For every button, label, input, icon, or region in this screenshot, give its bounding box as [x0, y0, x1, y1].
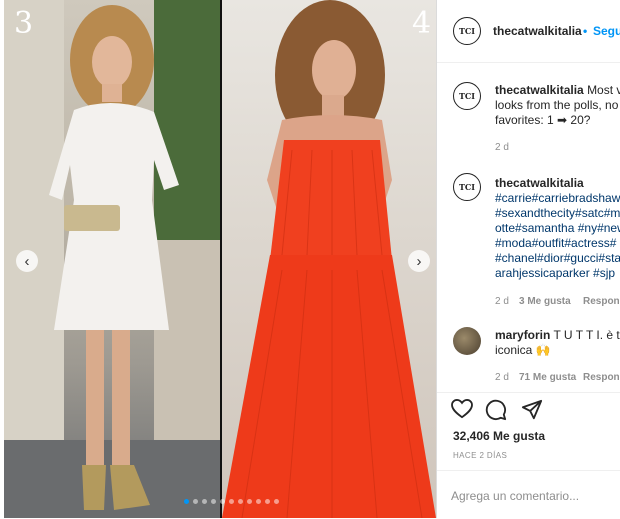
reply-button[interactable]: Responder: [583, 296, 620, 307]
heart-icon[interactable]: [451, 399, 473, 419]
comment-avatar[interactable]: [453, 327, 481, 355]
comment-likes[interactable]: 71 Me gusta: [519, 372, 576, 383]
comment-text-line: favorites: 1 ➡ 20?: [495, 113, 591, 127]
hashtag-line[interactable]: #chanel#dior#gucci#sta: [495, 251, 620, 265]
share-icon[interactable]: [521, 399, 543, 421]
comment-text-line: looks from the polls, no: [495, 98, 619, 112]
carousel-dots: [184, 499, 279, 504]
comment-text-line: iconica 🙌: [495, 343, 551, 357]
comment-time: 2 d: [495, 296, 509, 307]
carousel-dot: [274, 499, 279, 504]
comment-avatar[interactable]: TCI: [453, 173, 481, 201]
author-avatar[interactable]: TCI: [453, 17, 481, 45]
comment-likes[interactable]: 3 Me gusta: [519, 296, 571, 307]
comment-time: 2 d: [495, 372, 509, 383]
post-header: TCI thecatwalkitalia • Segui: [437, 0, 620, 63]
chevron-right-icon: ›: [416, 252, 422, 270]
carousel-dot: [220, 499, 225, 504]
hashtag-line[interactable]: #sexandthecity#satc#m: [495, 206, 620, 220]
add-comment-box[interactable]: Agrega un comentario...: [437, 470, 620, 519]
post-side-panel: TCI thecatwalkitalia • Segui TCI thecatw…: [436, 0, 620, 518]
comment-username[interactable]: thecatwalkitalia: [495, 176, 584, 190]
post-actions-divider: [437, 392, 620, 393]
comment-body: maryforin T U T T I. è ta iconica 🙌: [495, 328, 620, 358]
comment-avatar[interactable]: TCI: [453, 82, 481, 110]
comment-text-line: T U T T I. è ta: [553, 328, 620, 342]
author-username[interactable]: thecatwalkitalia: [493, 24, 582, 38]
post-likes-count[interactable]: 32,406 Me gusta: [453, 429, 545, 443]
carousel-next-button[interactable]: ›: [408, 250, 430, 272]
post-media-carousel[interactable]: 3 4 ‹ ›: [4, 0, 436, 518]
carousel-dot: [202, 499, 207, 504]
comment-input-placeholder[interactable]: Agrega un comentario...: [451, 489, 579, 503]
panel-number-right: 4: [412, 6, 432, 41]
carousel-dot: [184, 499, 189, 504]
carousel-dot: [238, 499, 243, 504]
follow-button[interactable]: Segui: [593, 24, 620, 38]
reply-button[interactable]: Responder: [583, 372, 620, 383]
carousel-dot: [256, 499, 261, 504]
chevron-left-icon: ‹: [24, 252, 30, 270]
comment-body: thecatwalkitalia #carrie#carriebradshaw …: [495, 176, 620, 281]
comment-text-line: Most v: [587, 83, 620, 97]
carousel-dot: [211, 499, 216, 504]
follow-separator: •: [583, 24, 588, 38]
red-dress-figure-illustration: [222, 0, 436, 518]
hashtag-line[interactable]: #carrie#carriebradshaw: [495, 191, 620, 205]
comment-icon[interactable]: [485, 399, 507, 421]
carousel-dot: [247, 499, 252, 504]
comment-time: 2 d: [495, 142, 509, 153]
carousel-prev-button[interactable]: ‹: [16, 250, 38, 272]
panel-number-left: 3: [14, 6, 34, 41]
comment-username[interactable]: maryforin: [495, 328, 550, 342]
hashtag-line[interactable]: #moda#outfit#actress#: [495, 236, 616, 250]
hashtag-line[interactable]: arahjessicaparker #sjp: [495, 266, 615, 280]
carousel-dot: [193, 499, 198, 504]
comment-body: thecatwalkitalia Most v looks from the p…: [495, 83, 620, 128]
carousel-dot: [229, 499, 234, 504]
comment-username[interactable]: thecatwalkitalia: [495, 83, 584, 97]
carousel-dot: [265, 499, 270, 504]
post-timestamp: HACE 2 DÍAS: [453, 451, 508, 460]
post-photo-right: 4: [222, 0, 436, 518]
hashtag-line[interactable]: otte#samantha #ny#new: [495, 221, 620, 235]
